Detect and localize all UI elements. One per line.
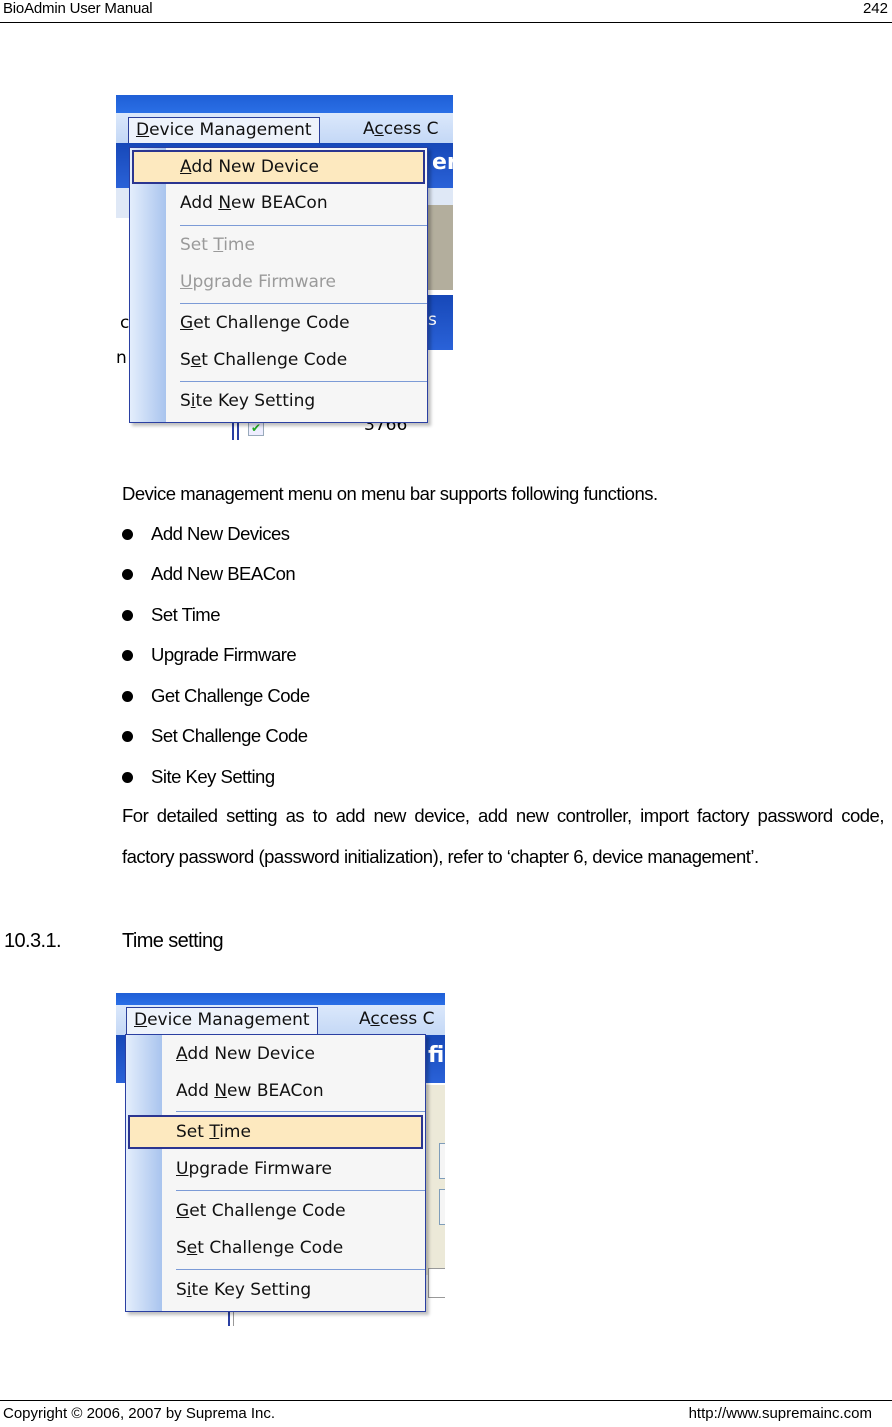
background-input [439,1143,445,1179]
menu-item-get-challenge-code[interactable]: Get Challenge Code [126,1194,425,1228]
website-link[interactable]: http://www.supremainc.com [689,1405,872,1422]
device-management-menu-screenshot-2: Device Management Access C fi Add New De… [116,993,445,1326]
menu-separator [180,225,427,226]
intro-paragraph: Device management menu on menu bar suppo… [122,483,658,504]
menu-item-add-new-beacon[interactable]: Add New BEACon [126,1074,425,1108]
menu-item-set-time[interactable]: Set Time [128,1115,423,1149]
menu-item-set-challenge-code[interactable]: Set Challenge Code [126,1231,425,1265]
bullet-icon [122,610,133,621]
device-management-dropdown: Add New Device Add New BEACon Set Time U… [125,1034,426,1312]
menu-item-site-key-setting[interactable]: Site Key Setting [126,1273,425,1307]
menu-item-set-challenge-code[interactable]: Set Challenge Code [130,343,427,377]
menu-device-management[interactable]: Device Management [126,1007,318,1034]
menu-item-upgrade-firmware[interactable]: Upgrade Firmware [130,265,427,299]
menu-item-set-time[interactable]: Set Time [130,228,427,262]
background-text-fragment: c [120,313,130,333]
device-management-menu-screenshot-1: Device Management Access C s er c n ✔ 37… [116,95,453,440]
manual-title: BioAdmin User Manual [3,0,153,17]
page-header: BioAdmin User Manual 242 [0,0,892,23]
background-text-fragment: s [428,310,437,330]
menu-bar: Device Management Access C [116,113,453,144]
menu-item-add-new-device[interactable]: Add New Device [132,150,425,184]
menu-separator [180,381,427,382]
menu-access-control[interactable]: Access C [356,117,446,143]
background-input [439,1189,445,1225]
background-text-fragment: fi [428,1043,445,1068]
section-number: 10.3.1. [4,930,62,952]
menu-separator [176,1269,425,1270]
background-tab [428,1268,445,1298]
bullet-icon [122,569,133,580]
bullet-icon [122,650,133,661]
menu-separator [176,1111,425,1112]
section-title: Time setting [122,930,224,952]
menu-item-add-new-device[interactable]: Add New Device [126,1037,425,1071]
menu-item-add-new-beacon[interactable]: Add New BEACon [130,186,427,220]
page-footer: Copyright © 2006, 2007 by Suprema Inc. h… [0,1400,892,1427]
menu-device-management[interactable]: Device Management [128,117,320,144]
background-text-fragment: er [432,150,453,175]
bullet-icon [122,772,133,783]
device-management-dropdown: Add New Device Add New BEACon Set Time U… [129,147,428,423]
copyright-text: Copyright © 2006, 2007 by Suprema Inc. [3,1405,276,1422]
menu-access-control[interactable]: Access C [352,1007,442,1033]
bullet-icon [122,529,133,540]
page-number: 242 [862,0,888,17]
window-titlebar [116,95,453,113]
menu-item-upgrade-firmware[interactable]: Upgrade Firmware [126,1152,425,1186]
menu-item-get-challenge-code[interactable]: Get Challenge Code [130,306,427,340]
detail-paragraph: For detailed setting as to add new devic… [122,805,885,867]
background-text-fragment: n [116,348,127,368]
bullet-icon [122,731,133,742]
bullet-icon [122,691,133,702]
menu-bar: Device Management Access C [116,1005,445,1036]
menu-separator [180,303,427,304]
menu-item-site-key-setting[interactable]: Site Key Setting [130,384,427,418]
window-titlebar [116,993,445,1005]
menu-separator [176,1190,425,1191]
